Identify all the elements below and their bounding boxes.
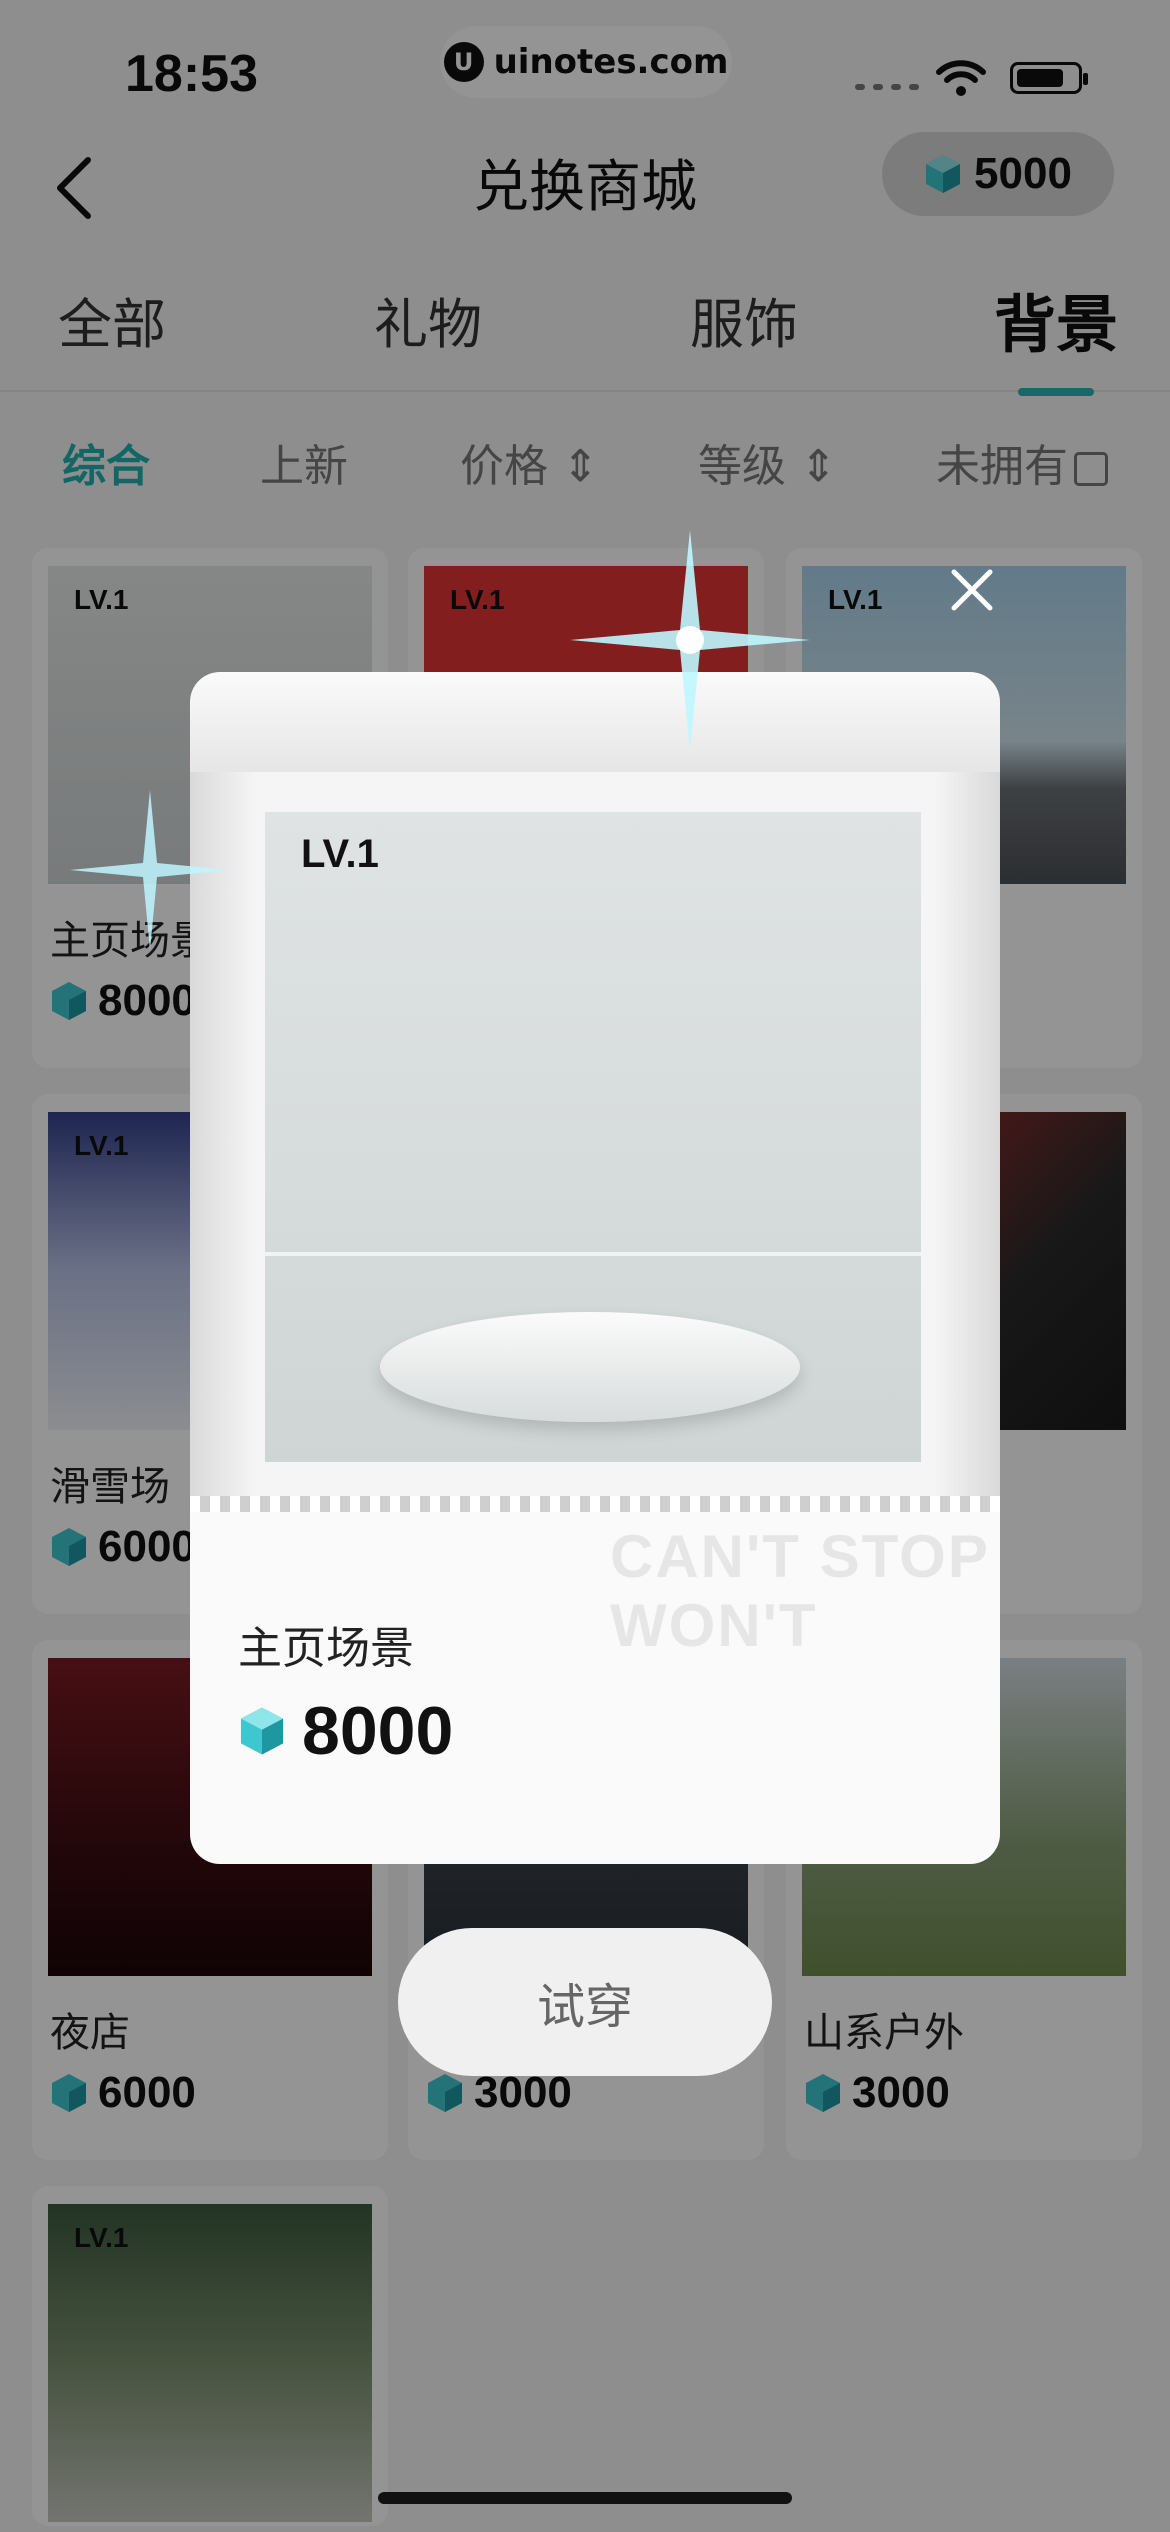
sparkle-icon (70, 790, 230, 950)
modal-info: CAN'T STOP WON'T 主页场景 8000 (190, 1512, 1000, 1864)
level-badge: LV.1 (301, 832, 379, 876)
modal-price-value: 8000 (302, 1693, 454, 1769)
preview-image: LV.1 (265, 812, 921, 1462)
modal-background-text: CAN'T STOP WON'T (610, 1523, 989, 1659)
try-on-button[interactable]: 试穿 (398, 1928, 772, 2076)
gem-icon (240, 1707, 284, 1755)
preview-platform (380, 1312, 800, 1422)
perforation (190, 1496, 1000, 1512)
modal-product-name: 主页场景 (238, 1623, 414, 1674)
sparkle-icon (570, 530, 810, 750)
home-indicator (378, 2492, 792, 2504)
product-preview-modal: LV.1 CAN'T STOP WON'T 主页场景 8000 (190, 672, 1000, 1864)
shop-page: 18:53 U uinotes.com 兑换商城 5000 全部 礼物 服饰 背… (0, 0, 1170, 2532)
close-icon[interactable] (948, 566, 996, 614)
modal-product-price: 8000 (238, 1692, 453, 1770)
preview-horizon (265, 1252, 921, 1256)
